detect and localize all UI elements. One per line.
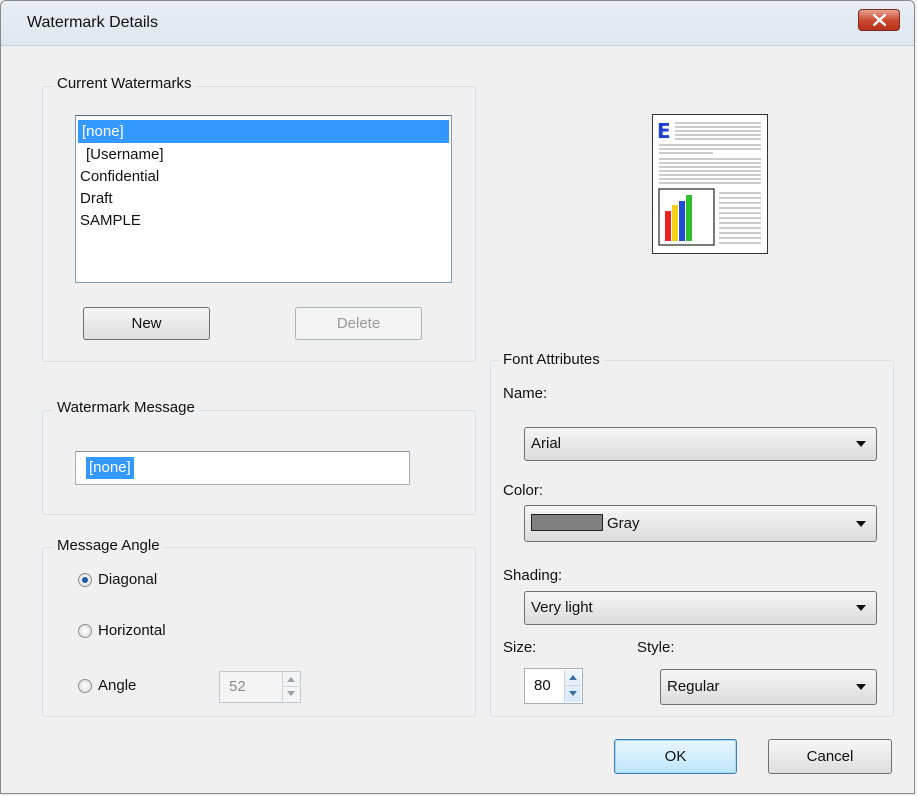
radio-selected-icon	[78, 573, 92, 587]
watermark-message-input[interactable]: [none]	[75, 451, 410, 485]
ok-button[interactable]: OK	[614, 739, 737, 774]
font-style-select[interactable]: Regular	[660, 669, 877, 705]
message-angle-legend: Message Angle	[53, 537, 164, 554]
chevron-down-icon	[856, 684, 866, 690]
close-button[interactable]	[858, 9, 900, 31]
cancel-button[interactable]: Cancel	[768, 739, 892, 774]
chevron-down-icon	[856, 441, 866, 447]
current-watermarks-legend: Current Watermarks	[53, 75, 196, 92]
angle-up-button[interactable]	[283, 673, 299, 687]
list-item[interactable]: [none]	[78, 120, 449, 143]
watermark-message-legend: Watermark Message	[53, 399, 199, 416]
chevron-down-icon	[856, 521, 866, 527]
font-shading-label: Shading:	[503, 567, 563, 584]
list-item[interactable]: Confidential	[76, 166, 451, 188]
font-color-select[interactable]: Gray	[524, 505, 877, 542]
arrow-up-icon	[287, 676, 295, 682]
font-color-label: Color:	[503, 482, 544, 499]
close-icon	[873, 14, 886, 26]
delete-button[interactable]: Delete	[295, 307, 422, 340]
angle-down-button[interactable]	[283, 687, 299, 701]
arrow-up-icon	[569, 674, 577, 680]
watermark-message-text: [none]	[86, 457, 134, 479]
watermark-listbox[interactable]: [none] [Username] Confidential Draft SAM…	[75, 115, 452, 283]
font-attributes-legend: Font Attributes	[499, 351, 604, 368]
title-bar: Watermark Details	[1, 1, 914, 46]
arrow-down-icon	[287, 691, 295, 696]
watermark-preview-image: E	[652, 114, 768, 254]
font-size-label: Size:	[503, 639, 537, 656]
font-name-label: Name:	[503, 385, 548, 402]
list-item[interactable]: SAMPLE	[76, 210, 451, 232]
radio-icon	[78, 679, 92, 693]
color-swatch	[531, 514, 603, 531]
size-down-button[interactable]	[565, 686, 581, 702]
font-style-label: Style:	[637, 639, 675, 656]
chevron-down-icon	[856, 605, 866, 611]
radio-icon	[78, 624, 92, 638]
font-name-select[interactable]: Arial	[524, 427, 877, 461]
font-shading-select[interactable]: Very light	[524, 591, 877, 625]
font-size-stepper[interactable]: 80	[524, 668, 583, 704]
preview-letter: E	[657, 119, 671, 143]
arrow-down-icon	[569, 691, 577, 696]
list-item[interactable]: [Username]	[76, 143, 451, 166]
angle-stepper[interactable]: 52	[219, 671, 301, 703]
size-up-button[interactable]	[565, 670, 581, 686]
watermark-details-dialog: Watermark Details Current Watermarks [no…	[0, 0, 915, 794]
dialog-title: Watermark Details	[27, 14, 158, 31]
list-item[interactable]: Draft	[76, 188, 451, 210]
new-button[interactable]: New	[83, 307, 210, 340]
